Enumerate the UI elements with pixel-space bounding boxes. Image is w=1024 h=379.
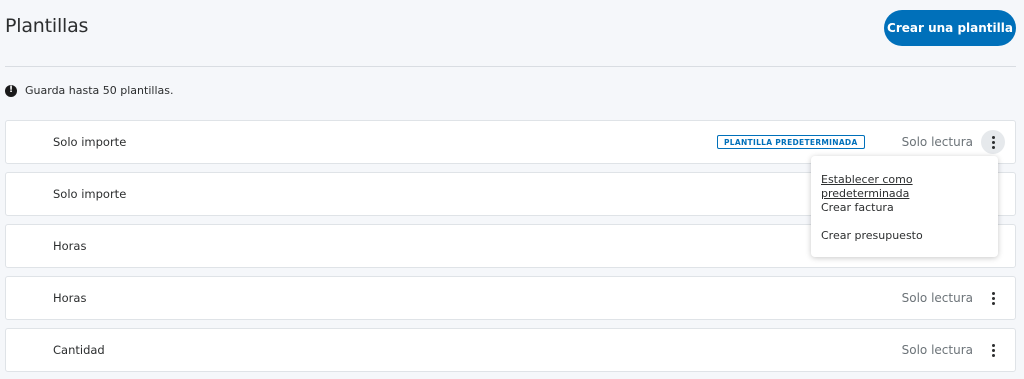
header-divider bbox=[5, 66, 1016, 67]
more-options-icon[interactable] bbox=[981, 130, 1005, 154]
template-context-menu: Establecer como predeterminada Crear fac… bbox=[811, 156, 998, 257]
more-options-icon[interactable] bbox=[981, 286, 1005, 310]
notice-text: Guarda hasta 50 plantillas. bbox=[25, 84, 174, 97]
page-title: Plantillas bbox=[5, 15, 89, 37]
set-as-default-menu-item[interactable]: Establecer como predeterminada bbox=[811, 173, 998, 201]
template-name: Solo importe bbox=[53, 187, 127, 201]
template-status: Solo lectura bbox=[901, 291, 973, 305]
alert-circle-icon: ! bbox=[5, 84, 17, 97]
template-row[interactable]: Cantidad Solo lectura bbox=[5, 328, 1016, 372]
create-template-button[interactable]: Crear una plantilla bbox=[884, 10, 1016, 46]
template-status: Solo lectura bbox=[901, 343, 973, 357]
create-invoice-menu-item[interactable]: Crear factura bbox=[811, 201, 998, 229]
more-options-icon[interactable] bbox=[981, 338, 1005, 362]
template-status: Solo lectura bbox=[901, 135, 973, 149]
template-name: Solo importe bbox=[53, 135, 127, 149]
template-name: Horas bbox=[53, 291, 87, 305]
template-name: Cantidad bbox=[53, 343, 105, 357]
templates-limit-notice: ! Guarda hasta 50 plantillas. bbox=[5, 84, 173, 97]
create-estimate-menu-item[interactable]: Crear presupuesto bbox=[811, 229, 998, 257]
template-name: Horas bbox=[53, 239, 87, 253]
default-template-badge: PLANTILLA PREDETERMINADA bbox=[717, 135, 865, 149]
template-row[interactable]: Horas Solo lectura bbox=[5, 276, 1016, 320]
